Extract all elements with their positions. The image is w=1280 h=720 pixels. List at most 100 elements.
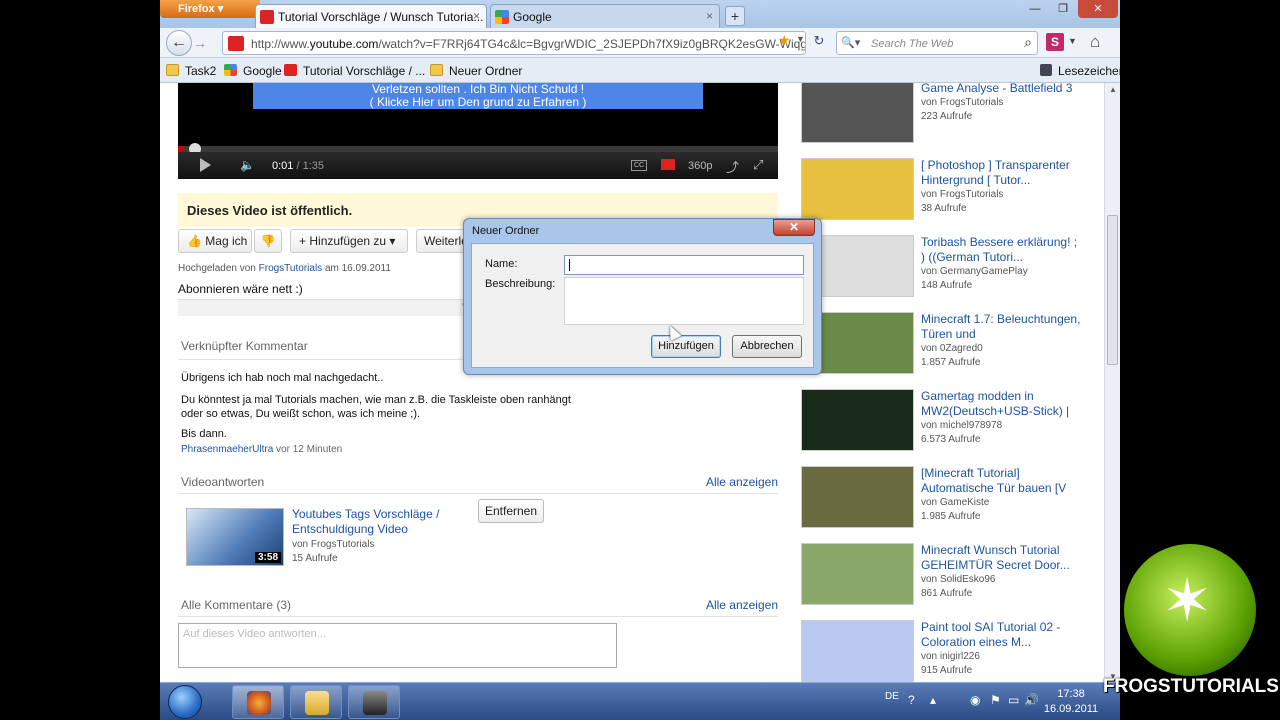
related-title[interactable]: [ Photoshop ] Transparenter Hintergrund … (921, 158, 1081, 188)
related-video-item[interactable]: Toribash Bessere erklärung! ; ) ((German… (801, 235, 1101, 299)
url-bar[interactable]: http://www.youtube.com/watch?v=F7RRj64TG… (222, 31, 806, 55)
captions-icon[interactable]: CC (631, 160, 647, 171)
comment-input[interactable]: Auf dieses Video antworten... (178, 623, 617, 668)
volume-icon[interactable]: 🔈 (240, 158, 255, 172)
clock-date: 16.09.2011 (1043, 703, 1099, 715)
addon-s-icon[interactable]: S (1046, 33, 1064, 51)
minimize-icon[interactable]: — (1020, 0, 1050, 18)
folder-name-input[interactable] (564, 255, 804, 275)
tray-arrow-icon[interactable]: ▴ (930, 693, 936, 707)
uploader-link[interactable]: FrogsTutorials (259, 263, 323, 274)
search-engine-icon[interactable]: 🔍▾ (841, 36, 860, 49)
reload-icon[interactable]: ↻ (810, 33, 828, 51)
video-annotation[interactable]: Verletzen sollten . Ich Bin Nicht Schuld… (253, 83, 703, 109)
related-title[interactable]: [Minecraft Tutorial] Automatische Tür ba… (921, 466, 1081, 496)
new-tab-button[interactable]: + (725, 6, 745, 26)
response-video-author: von FrogsTutorials (292, 539, 375, 550)
related-views: 38 Aufrufe (921, 203, 967, 214)
add-to-button[interactable]: + Hinzufügen zu ▾ (290, 229, 408, 253)
video-player[interactable]: Verletzen sollten . Ich Bin Nicht Schuld… (178, 83, 778, 179)
related-title[interactable]: Minecraft 1.7: Beleuchtungen, Türen und (921, 312, 1081, 342)
scroll-up-icon[interactable]: ▲ (1109, 85, 1117, 94)
related-title[interactable]: Paint tool SAI Tutorial 02 - Coloration … (921, 620, 1081, 650)
dialog-close-icon[interactable]: ✕ (773, 219, 815, 236)
new-folder-dialog: Neuer Ordner ✕ Name: Beschreibung: Hinzu… (463, 218, 822, 375)
related-thumbnail[interactable] (801, 543, 914, 605)
taskbar-explorer[interactable] (290, 685, 342, 719)
firefox-menu-button[interactable]: Firefox ▾ (160, 0, 260, 18)
url-history-dropdown-icon[interactable]: ▼ (796, 34, 805, 44)
addon-dropdown-icon[interactable]: ▼ (1068, 36, 1077, 46)
bookmark-neuer-ordner[interactable]: Neuer Ordner (430, 64, 522, 78)
related-thumbnail[interactable] (801, 466, 914, 528)
volume-icon[interactable]: 🔊 (1024, 693, 1039, 707)
back-button[interactable]: ← (166, 30, 192, 56)
fullscreen-icon[interactable]: ⤢ (753, 157, 763, 173)
share-button[interactable]: Weiterle (416, 229, 466, 253)
maximize-icon[interactable]: ❐ (1048, 0, 1078, 18)
folder-description-input[interactable] (564, 277, 804, 325)
like-button[interactable]: 👍 Mag ich (178, 229, 252, 253)
monitor-icon[interactable]: ▭ (1008, 693, 1019, 707)
window-close-icon[interactable]: ✕ (1078, 0, 1118, 18)
flag-icon[interactable]: ⚑ (990, 693, 1001, 707)
related-video-item[interactable]: [Minecraft Tutorial] Automatische Tür ba… (801, 466, 1101, 530)
related-title[interactable]: Toribash Bessere erklärung! ; ) ((German… (921, 235, 1081, 265)
quality-selector[interactable]: 360p (688, 160, 712, 172)
share-label: Weiterle (424, 234, 466, 248)
comment-text: Bis dann. (181, 428, 227, 440)
related-title[interactable]: Gamertag modden in MW2(Deutsch+USB-Stick… (921, 389, 1081, 419)
related-title[interactable]: Minecraft Wunsch Tutorial GEHEIMTÜR Secr… (921, 543, 1081, 573)
bookmarks-menu[interactable]: Lesezeichen (1040, 64, 1120, 78)
url-host: youtube.com (309, 37, 379, 51)
bookmarks-menu-icon (1040, 64, 1052, 76)
taskbar-firefox[interactable] (232, 685, 284, 719)
related-video-item[interactable]: [ Photoshop ] Transparenter Hintergrund … (801, 158, 1101, 222)
taskbar-recorder[interactable] (348, 685, 400, 719)
related-thumbnail[interactable] (801, 158, 914, 220)
video-responses-show-all[interactable]: Alle anzeigen (706, 475, 778, 489)
forward-button[interactable]: → (193, 35, 207, 51)
add-folder-button[interactable]: Hinzufügen (651, 335, 721, 358)
related-video-item[interactable]: Minecraft Wunsch Tutorial GEHEIMTÜR Secr… (801, 543, 1101, 607)
start-button[interactable] (168, 685, 202, 719)
bookmark-tutorial[interactable]: Tutorial Vorschläge / ... (284, 64, 425, 78)
bookmark-task2[interactable]: Task2 (166, 64, 216, 78)
related-video-item[interactable]: Minecraft 1.7: Beleuchtungen, Türen und … (801, 312, 1101, 376)
bookmark-label: Lesezeichen (1058, 64, 1120, 78)
language-indicator[interactable]: DE (885, 691, 899, 702)
related-thumbnail[interactable] (801, 620, 914, 682)
home-icon[interactable]: ⌂ (1090, 32, 1100, 52)
related-thumbnail[interactable] (801, 389, 914, 451)
firefox-menu-label: Firefox (178, 3, 215, 15)
help-icon[interactable]: ? (908, 693, 915, 707)
comments-show-all[interactable]: Alle anzeigen (706, 598, 778, 612)
remove-response-button[interactable]: Entfernen (478, 499, 544, 523)
related-video-item[interactable]: Game Analyse - Battlefield 3 von FrogsTu… (801, 83, 1101, 145)
related-thumbnail[interactable] (801, 83, 914, 143)
tab-close-icon[interactable]: × (706, 9, 713, 23)
response-video-title[interactable]: Youtubes Tags Vorschläge / Entschuldigun… (292, 507, 472, 537)
cancel-button[interactable]: Abbrechen (732, 335, 802, 358)
bookmark-google[interactable]: Google (224, 64, 282, 78)
comment-author-link[interactable]: PhrasenmaeherUltra (181, 444, 273, 455)
tab-youtube[interactable]: Tutorial Vorschläge / Wunsch Tutoria... … (255, 4, 487, 28)
play-icon[interactable] (200, 158, 211, 172)
url-prefix: http://www. (251, 37, 310, 51)
network-icon[interactable]: ◉ (970, 693, 980, 707)
bookmark-star-icon[interactable]: ★ (778, 32, 791, 49)
related-title[interactable]: Game Analyse - Battlefield 3 (921, 83, 1081, 96)
related-video-item[interactable]: Gamertag modden in MW2(Deutsch+USB-Stick… (801, 389, 1101, 453)
popout-icon[interactable]: ⤴ (726, 157, 739, 176)
related-video-item[interactable]: Paint tool SAI Tutorial 02 - Coloration … (801, 620, 1101, 683)
system-clock[interactable]: 17:38 16.09.2011 (1040, 687, 1102, 717)
scrollbar-thumb[interactable] (1107, 215, 1118, 365)
related-views: 148 Aufrufe (921, 280, 973, 291)
dislike-button[interactable]: 👎 (254, 229, 282, 253)
response-video-thumbnail[interactable]: 3:58 (186, 508, 284, 566)
annotations-icon[interactable] (661, 159, 675, 170)
tab-google[interactable]: Google × (490, 4, 720, 28)
search-go-icon[interactable]: ⌕ (1024, 34, 1032, 51)
tab-close-icon[interactable]: × (473, 9, 480, 23)
search-input[interactable]: 🔍▾ Search The Web ⌕ (836, 31, 1038, 55)
